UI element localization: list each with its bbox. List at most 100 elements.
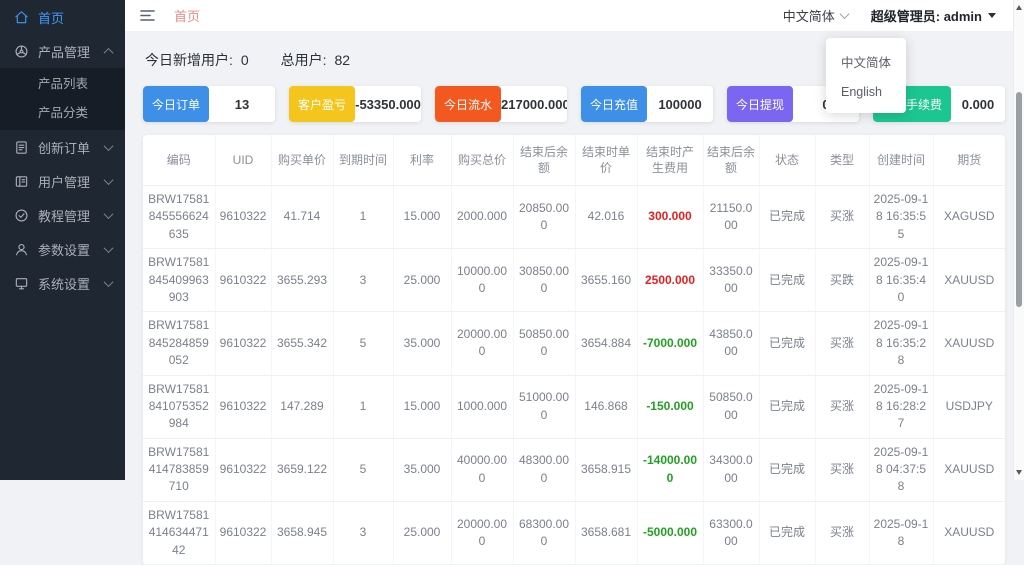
sidebar-item-label: 系统设置 — [38, 276, 91, 292]
sidebar-subitem[interactable]: 产品分类 — [0, 99, 125, 128]
caret-down-icon — [988, 13, 996, 18]
cell-rate: 25.000 — [393, 248, 452, 313]
cell-end-balance: 21150.000 — [703, 185, 760, 250]
sidebar-item-label: 创新订单 — [38, 140, 91, 156]
cell-future: XAUUSD — [933, 501, 1005, 565]
cell-balance-after: 30850.000 — [513, 248, 576, 313]
admin-menu[interactable]: 超级管理员: admin — [871, 6, 996, 25]
cell-balance-after: 20850.000 — [513, 185, 576, 250]
cell-total: 10000.000 — [451, 248, 514, 313]
cell-total: 1000.000 — [451, 375, 514, 439]
cell-type: 买涨 — [815, 375, 870, 439]
sidebar-item-label: 参数设置 — [38, 242, 91, 258]
column-header: 利率 — [393, 135, 452, 186]
order-icon — [14, 140, 29, 155]
hamburger-icon — [140, 10, 155, 21]
stat-card-value: -53350.000 — [355, 96, 421, 112]
stat-card-label: 客户盈亏 — [289, 86, 356, 122]
cell-created: 2025-09-18 16:35:55 — [869, 185, 934, 250]
cell-uid: 9610322 — [215, 501, 272, 565]
sidebar-item-label: 产品管理 — [38, 44, 91, 60]
stat-card-today-turnover: 今日流水 217000.000 — [435, 86, 567, 122]
admin-label: 超级管理员: admin — [870, 9, 982, 24]
sidebar-subitem[interactable]: 产品列表 — [0, 70, 125, 99]
topbar: 首页 中文简体 超级管理员: admin — [125, 0, 1024, 32]
cell-buy-price: 3658.945 — [271, 501, 334, 565]
sidebar-toggle-button[interactable] — [139, 7, 156, 24]
cell-rate: 25.000 — [393, 501, 452, 565]
sidebar-item-label: 用户管理 — [38, 174, 91, 190]
today-new-users-value: 0 — [240, 52, 249, 68]
language-switch[interactable]: 中文简体 — [783, 6, 851, 25]
column-header: 编码 — [143, 135, 216, 186]
cell-end-price: 146.868 — [575, 375, 638, 439]
sidebar-item-params-settings[interactable]: 参数设置 — [0, 232, 125, 266]
sidebar-item-product-manage[interactable]: 产品管理 — [0, 34, 125, 68]
scrollbar-thumb[interactable] — [1016, 92, 1022, 307]
vertical-scrollbar[interactable] — [1013, 0, 1024, 480]
language-dropdown: 中文简体 English — [825, 38, 906, 113]
sidebar-menu: 首页产品管理产品列表 产品分类创新订单用户管理教程管理参数设置系统设置 — [0, 0, 125, 300]
person-icon — [14, 242, 29, 257]
cell-rate: 35.000 — [393, 438, 452, 502]
cell-end-balance: 63300.000 — [703, 501, 760, 565]
sidebar-item-tutorial-manage[interactable]: 教程管理 — [0, 198, 125, 232]
cell-type: 买涨 — [815, 501, 870, 565]
table-row: BRW17581845284859052 9610322 3655.342 5 35.0… — [143, 311, 1005, 376]
sidebar-item-home[interactable]: 首页 — [0, 0, 125, 34]
cell-fee: -7000.000 — [637, 311, 704, 376]
cell-created: 2025-09-18 04:37:58 — [869, 438, 934, 502]
cell-code: BRW17581845409963903 — [143, 248, 216, 313]
cell-future: XAUUSD — [933, 248, 1005, 313]
language-option[interactable]: English — [826, 78, 906, 106]
cell-created: 2025-09-18 16:28:27 — [869, 375, 934, 439]
cell-rate: 15.000 — [393, 185, 452, 250]
cell-buy-price: 41.714 — [271, 185, 334, 250]
sidebar-item-create-order[interactable]: 创新订单 — [0, 130, 125, 164]
column-header: 创建时间 — [869, 135, 934, 186]
today-new-users-label: 今日新增用户: — [145, 52, 233, 68]
cell-status: 已完成 — [759, 248, 816, 313]
cell-type: 买涨 — [815, 311, 870, 376]
cell-future: USDJPY — [933, 375, 1005, 439]
cell-end-price: 3658.681 — [575, 501, 638, 565]
scroll-up-arrow-icon[interactable] — [1016, 5, 1022, 10]
table-row: BRW17581414783859710 9610322 3659.122 5 35.0… — [143, 438, 1005, 502]
sidebar-item-label: 首页 — [38, 10, 65, 26]
cell-fee: -5000.000 — [637, 501, 704, 565]
chevron-down-icon — [103, 140, 114, 151]
cell-status: 已完成 — [759, 311, 816, 376]
cell-total: 20000.000 — [451, 501, 514, 565]
cell-fee: -150.000 — [637, 375, 704, 439]
stat-card-value: 0.000 — [961, 96, 995, 112]
column-header: 类型 — [815, 135, 870, 186]
chevron-up-icon — [103, 47, 114, 58]
cell-expire: 3 — [333, 248, 394, 313]
cell-uid: 9610322 — [215, 248, 272, 313]
cell-rate: 35.000 — [393, 311, 452, 376]
breadcrumb[interactable]: 首页 — [174, 6, 200, 25]
cell-end-balance: 34300.000 — [703, 438, 760, 502]
cell-future: XAGUSD — [933, 185, 1005, 250]
topbar-right: 中文简体 超级管理员: admin — [783, 6, 996, 25]
cell-code: BRW1758141463447142 — [143, 501, 216, 565]
sidebar-item-user-manage[interactable]: 用户管理 — [0, 164, 125, 198]
cell-type: 买涨 — [815, 438, 870, 502]
cell-end-price: 3654.884 — [575, 311, 638, 376]
stat-card-label: 今日提现 — [727, 86, 794, 122]
cell-uid: 9610322 — [215, 375, 272, 439]
sidebar: 首页产品管理产品列表 产品分类创新订单用户管理教程管理参数设置系统设置 — [0, 0, 125, 480]
cell-end-price: 3655.160 — [575, 248, 638, 313]
cell-future: XAUUSD — [933, 438, 1005, 502]
chevron-down-icon — [839, 9, 850, 20]
check-circle-icon — [14, 208, 29, 223]
cell-created: 2025-09-18 16:35:28 — [869, 311, 934, 376]
stat-card-customer-pnl: 客户盈亏 -53350.000 — [289, 86, 421, 122]
cell-end-balance: 33350.000 — [703, 248, 760, 313]
cell-status: 已完成 — [759, 375, 816, 439]
cell-buy-price: 3655.342 — [271, 311, 334, 376]
language-option[interactable]: 中文简体 — [826, 45, 906, 78]
cell-end-balance: 50850.000 — [703, 375, 760, 439]
scroll-down-arrow-icon[interactable] — [1016, 470, 1022, 475]
sidebar-item-system-settings[interactable]: 系统设置 — [0, 266, 125, 300]
